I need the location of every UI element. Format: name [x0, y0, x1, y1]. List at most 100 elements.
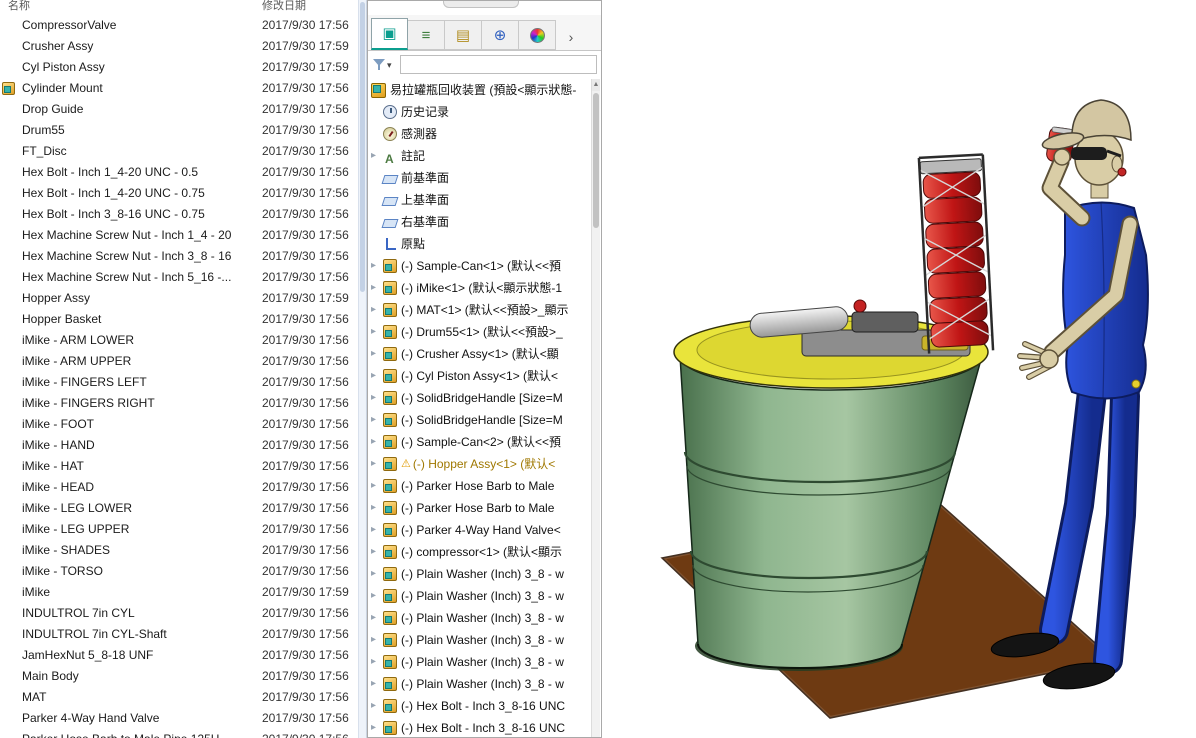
file-row[interactable]: iMike - HAT 2017/9/30 17:56 [0, 456, 358, 477]
feature-tree-item[interactable]: 前基準面 [368, 167, 591, 189]
file-row[interactable]: INDULTROL 7in CYL 2017/9/30 17:56 [0, 603, 358, 624]
file-row[interactable]: Hex Bolt - Inch 1_4-20 UNC - 0.75 2017/9… [0, 183, 358, 204]
file-row[interactable]: Drop Guide 2017/9/30 17:56 [0, 99, 358, 120]
tab-displaymanager[interactable] [519, 20, 556, 50]
file-row[interactable]: iMike - FOOT 2017/9/30 17:56 [0, 414, 358, 435]
expand-arrow-icon[interactable] [371, 409, 383, 431]
feature-tree-item[interactable]: (-) Crusher Assy<1> (默认<顯 [368, 343, 591, 365]
feature-tree-item[interactable]: (-) Hex Bolt - Inch 3_8-16 UNC [368, 695, 591, 717]
tab-propertymanager[interactable]: ≡ [408, 20, 445, 50]
feature-tree-item[interactable]: (-) Sample-Can<2> (默认<<預 [368, 431, 591, 453]
feature-tree-item[interactable]: (-) Plain Washer (Inch) 3_8 - w [368, 673, 591, 695]
feature-tree-item[interactable]: (-) Hex Bolt - Inch 3_8-16 UNC [368, 717, 591, 737]
feature-tree-item[interactable]: (-) Sample-Can<1> (默认<<預 [368, 255, 591, 277]
expand-arrow-icon[interactable] [371, 695, 383, 717]
expand-arrow-icon[interactable] [371, 651, 383, 673]
expand-arrow-icon[interactable] [371, 497, 383, 519]
expand-arrow-icon[interactable] [371, 299, 383, 321]
explorer-scrollbar[interactable] [358, 0, 367, 738]
file-row[interactable]: JamHexNut 5_8-18 UNF 2017/9/30 17:56 [0, 645, 358, 666]
file-row[interactable]: Main Body 2017/9/30 17:56 [0, 666, 358, 687]
file-row[interactable]: iMike 2017/9/30 17:59 [0, 582, 358, 603]
file-row[interactable]: iMike - HAND 2017/9/30 17:56 [0, 435, 358, 456]
file-row[interactable]: CompressorValve 2017/9/30 17:56 [0, 15, 358, 36]
file-row[interactable]: Hex Machine Screw Nut - Inch 5_16 -... 2… [0, 267, 358, 288]
explorer-scrollbar-thumb[interactable] [360, 2, 365, 292]
expand-arrow-icon[interactable] [371, 387, 383, 409]
tab-featuremanager[interactable]: ▣ [371, 18, 408, 50]
expand-arrow-icon[interactable] [371, 717, 383, 737]
feature-tree-item[interactable]: 历史记录 [368, 101, 591, 123]
file-row[interactable]: MAT 2017/9/30 17:56 [0, 687, 358, 708]
file-row[interactable]: iMike - FINGERS LEFT 2017/9/30 17:56 [0, 372, 358, 393]
file-row[interactable]: iMike - HEAD 2017/9/30 17:56 [0, 477, 358, 498]
feature-tree-item[interactable]: (-) Plain Washer (Inch) 3_8 - w [368, 563, 591, 585]
feature-tree-item[interactable]: (-) Plain Washer (Inch) 3_8 - w [368, 651, 591, 673]
file-row[interactable]: FT_Disc 2017/9/30 17:56 [0, 141, 358, 162]
expand-arrow-icon[interactable] [371, 365, 383, 387]
expand-arrow-icon[interactable] [371, 431, 383, 453]
expand-arrow-icon[interactable] [371, 673, 383, 695]
file-row[interactable]: Hex Bolt - Inch 3_8-16 UNC - 0.75 2017/9… [0, 204, 358, 225]
feature-tree-item[interactable]: (-) SolidBridgeHandle [Size=M [368, 409, 591, 431]
feature-tree-item[interactable]: (-) compressor<1> (默认<顯示 [368, 541, 591, 563]
feature-tree-item[interactable]: (-) Plain Washer (Inch) 3_8 - w [368, 585, 591, 607]
file-row[interactable]: Parker Hose Barb to Male Pipe 125H... 20… [0, 729, 358, 738]
3d-viewport-scene[interactable] [602, 0, 1196, 738]
feature-tree-item[interactable]: 易拉罐瓶回收装置 (預設<顯示狀態- [368, 79, 591, 101]
expand-arrow-icon[interactable] [371, 629, 383, 651]
feature-tree-item[interactable]: (-) Parker Hose Barb to Male [368, 497, 591, 519]
expand-arrow-icon[interactable] [371, 321, 383, 343]
file-row[interactable]: Hopper Assy 2017/9/30 17:59 [0, 288, 358, 309]
column-header-name[interactable]: 名称 [8, 0, 30, 13]
expand-arrow-icon[interactable] [371, 607, 383, 629]
tab-overflow-button[interactable]: › [562, 24, 580, 50]
feature-tree-item[interactable]: (-) SolidBridgeHandle [Size=M [368, 387, 591, 409]
expand-arrow-icon[interactable] [371, 255, 383, 277]
scroll-up-arrow-icon[interactable]: ▲ [592, 79, 600, 91]
feature-tree-item[interactable]: (-) Plain Washer (Inch) 3_8 - w [368, 629, 591, 651]
file-row[interactable]: iMike - LEG UPPER 2017/9/30 17:56 [0, 519, 358, 540]
expand-arrow-icon[interactable] [371, 343, 383, 365]
file-row[interactable]: Hopper Basket 2017/9/30 17:56 [0, 309, 358, 330]
file-row[interactable]: iMike - FINGERS RIGHT 2017/9/30 17:56 [0, 393, 358, 414]
tab-configurationmanager[interactable]: ▤ [445, 20, 482, 50]
feature-tree-filter-input[interactable] [400, 55, 597, 74]
feature-tree-item[interactable]: 右基準面 [368, 211, 591, 233]
file-row[interactable]: Hex Machine Screw Nut - Inch 1_4 - 20 20… [0, 225, 358, 246]
panel-grip[interactable] [443, 1, 519, 8]
feature-tree-item[interactable]: (-) MAT<1> (默认<<預設>_顯示 [368, 299, 591, 321]
filter-button[interactable] [372, 55, 398, 73]
feature-tree-item[interactable]: (-) Drum55<1> (默认<<預設>_ [368, 321, 591, 343]
expand-arrow-icon[interactable] [371, 277, 383, 299]
file-row[interactable]: Cyl Piston Assy 2017/9/30 17:59 [0, 57, 358, 78]
tree-scrollbar-thumb[interactable] [593, 93, 599, 228]
feature-tree-item[interactable]: 註記 [368, 145, 591, 167]
expand-arrow-icon[interactable] [371, 145, 383, 167]
expand-arrow-icon[interactable] [371, 541, 383, 563]
file-row[interactable]: Drum55 2017/9/30 17:56 [0, 120, 358, 141]
expand-arrow-icon[interactable] [371, 563, 383, 585]
tree-scrollbar[interactable]: ▲ [591, 79, 600, 737]
file-row[interactable]: iMike - ARM UPPER 2017/9/30 17:56 [0, 351, 358, 372]
expand-arrow-icon[interactable] [371, 453, 383, 475]
feature-tree-item[interactable]: (-) Hopper Assy<1> (默认< [368, 453, 591, 475]
file-row[interactable]: Hex Bolt - Inch 1_4-20 UNC - 0.5 2017/9/… [0, 162, 358, 183]
file-row[interactable]: INDULTROL 7in CYL-Shaft 2017/9/30 17:56 [0, 624, 358, 645]
feature-tree-item[interactable]: 原點 [368, 233, 591, 255]
feature-tree-item[interactable]: (-) Parker 4-Way Hand Valve< [368, 519, 591, 541]
expand-arrow-icon[interactable] [371, 475, 383, 497]
feature-tree-item[interactable]: (-) Parker Hose Barb to Male [368, 475, 591, 497]
feature-tree-item[interactable]: (-) iMike<1> (默认<顯示狀態-1 [368, 277, 591, 299]
feature-tree-item[interactable]: 感測器 [368, 123, 591, 145]
feature-tree-item[interactable]: (-) Plain Washer (Inch) 3_8 - w [368, 607, 591, 629]
file-row[interactable]: Cylinder Mount 2017/9/30 17:56 [0, 78, 358, 99]
feature-tree-item[interactable]: (-) Cyl Piston Assy<1> (默认< [368, 365, 591, 387]
column-header-modified[interactable]: 修改日期 [262, 0, 306, 13]
file-row[interactable]: iMike - ARM LOWER 2017/9/30 17:56 [0, 330, 358, 351]
3d-viewport[interactable] [602, 0, 1196, 738]
expand-arrow-icon[interactable] [371, 585, 383, 607]
feature-tree-item[interactable]: 上基準面 [368, 189, 591, 211]
file-row[interactable]: iMike - TORSO 2017/9/30 17:56 [0, 561, 358, 582]
file-row[interactable]: Parker 4-Way Hand Valve 2017/9/30 17:56 [0, 708, 358, 729]
